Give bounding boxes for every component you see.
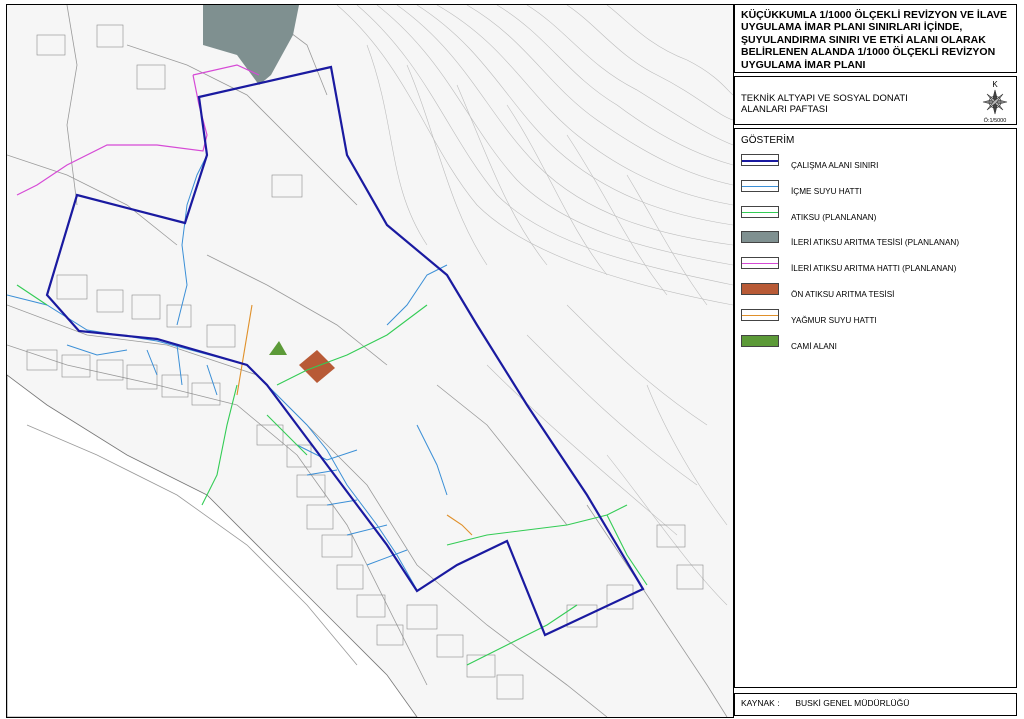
sheet-subtitle: TEKNİK ALTYAPI VE SOSYAL DONATI ALANLARI… — [741, 93, 908, 115]
legend-swatch — [741, 179, 779, 192]
contour-lines — [336, 5, 733, 606]
legend-label: ÖN ATIKSU ARITMA TESİSİ — [791, 289, 895, 299]
source-value: BUSKİ GENEL MÜDÜRLÜĞÜ — [795, 698, 910, 708]
legend-title: GÖSTERİM — [741, 135, 795, 146]
legend-swatch — [741, 334, 779, 347]
legend-swatch — [741, 308, 779, 321]
legend-item: ÖN ATIKSU ARITMA TESİSİ — [741, 281, 1010, 307]
sea-area — [7, 374, 418, 717]
legend-label: İLERİ ATIKSU ARITMA HATTI (PLANLANAN) — [791, 264, 957, 274]
north-arrow: K Ö:1/5000 — [978, 80, 1012, 124]
legend-item: İLERİ ATIKSU ARITMA TESİSİ (PLANLANAN) — [741, 229, 1010, 255]
map-canvas — [7, 5, 733, 717]
subtitle-block: TEKNİK ALTYAPI VE SOSYAL DONATI ALANLARI… — [734, 76, 1017, 125]
legend-item: ATIKSU (PLANLANAN) — [741, 204, 1010, 230]
legend-swatch — [741, 282, 779, 295]
legend-swatch — [741, 257, 779, 270]
legend-label: CAMİ ALANI — [791, 341, 837, 351]
legend-item: İÇME SUYU HATTI — [741, 178, 1010, 204]
scale-label: Ö:1/5000 — [983, 118, 1007, 124]
legend-swatch — [741, 231, 779, 244]
advanced-treatment-line — [16, 64, 260, 196]
legend-item: CAMİ ALANI — [741, 333, 1010, 359]
mosque-area — [269, 341, 287, 355]
legend-list: ÇALIŞMA ALANI SINIRI İÇME SUYU HATTI ATIKS… — [741, 152, 1010, 358]
legend-item: İLERİ ATIKSU ARITMA HATTI (PLANLANAN) — [741, 255, 1010, 281]
legend-label: YAĞMUR SUYU HATTI — [791, 315, 877, 325]
north-label: K — [992, 80, 998, 89]
legend-label: ÇALIŞMA ALANI SINIRI — [791, 161, 879, 170]
title-block: KÜÇÜKKUMLA 1/1000 ÖLÇEKLİ REVİZYON VE İL… — [734, 4, 1017, 73]
source-block: KAYNAK : BUSKİ GENEL MÜDÜRLÜĞÜ — [734, 693, 1017, 716]
legend-swatch — [741, 154, 779, 166]
advanced-treatment-plant-area — [203, 5, 299, 85]
legend-label: İLERİ ATIKSU ARITMA TESİSİ (PLANLANAN) — [791, 238, 960, 248]
legend-label: ATIKSU (PLANLANAN) — [791, 212, 877, 222]
sheet-frame: KÜÇÜKKUMLA 1/1000 ÖLÇEKLİ REVİZYON VE İL… — [0, 0, 1024, 719]
source-label: KAYNAK : — [741, 698, 780, 708]
legend-label: İÇME SUYU HATTI — [791, 186, 862, 196]
map-view[interactable] — [6, 4, 734, 718]
legend-item: ÇALIŞMA ALANI SINIRI — [741, 152, 1010, 178]
plan-title: KÜÇÜKKUMLA 1/1000 ÖLÇEKLİ REVİZYON VE İL… — [741, 9, 1008, 71]
legend-swatch — [741, 205, 779, 218]
legend-panel: GÖSTERİM ÇALIŞMA ALANI SINIRI İÇME SUYU H… — [734, 128, 1017, 688]
legend-item: YAĞMUR SUYU HATTI — [741, 307, 1010, 333]
